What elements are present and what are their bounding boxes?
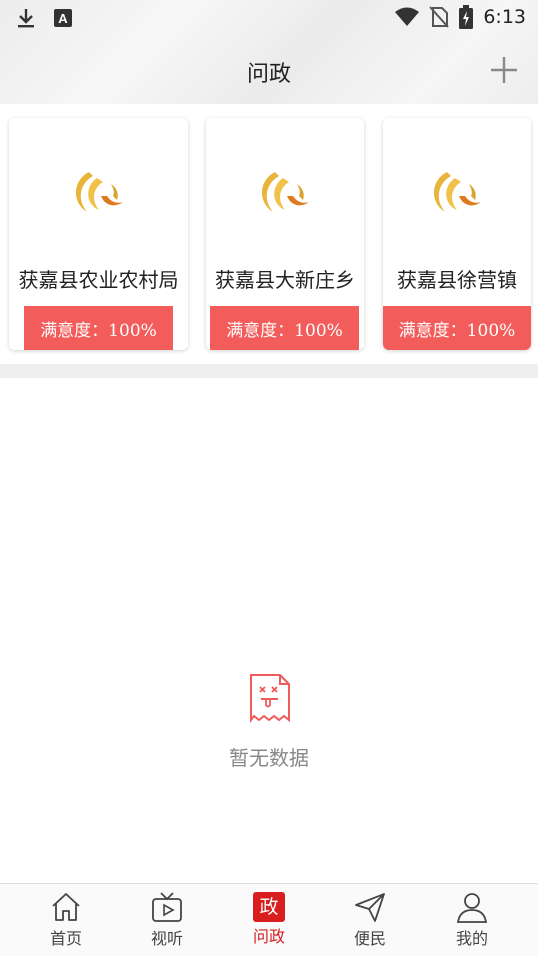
department-name: 获嘉县徐营镇: [397, 268, 517, 292]
nav-label: 问政: [252, 927, 285, 946]
satisfaction-badge: 满意度：100%: [210, 306, 359, 350]
wifi-icon: [395, 7, 420, 26]
nav-item-audiovisual[interactable]: 视听: [132, 890, 202, 952]
page-title: 问政: [246, 62, 291, 87]
governance-badge-icon: 政: [253, 892, 285, 922]
user-icon: [456, 893, 488, 923]
nav-item-mine[interactable]: 我的: [437, 890, 507, 952]
nav-item-governance[interactable]: 政 问政: [234, 890, 304, 952]
send-icon: [355, 893, 385, 922]
plus-icon[interactable]: [488, 54, 520, 86]
gov-logo-icon: [261, 172, 309, 212]
nav-label: 便民: [353, 929, 386, 948]
department-name: 获嘉县大新庄乡: [215, 268, 355, 292]
section-divider: [0, 364, 538, 378]
status-time: 6:13: [483, 6, 526, 28]
empty-state-text: 暂无数据: [229, 746, 309, 770]
empty-document-icon: [250, 674, 290, 723]
nav-label: 我的: [455, 929, 488, 948]
battery-charging-icon: [459, 5, 474, 29]
title-bar: 问政: [0, 38, 538, 104]
svg-text:A: A: [58, 11, 68, 26]
tv-icon: [152, 892, 182, 922]
nav-item-convenience[interactable]: 便民: [335, 890, 405, 952]
department-card[interactable]: 获嘉县徐营镇 满意度：100%: [383, 118, 531, 350]
department-card[interactable]: 获嘉县农业农村局 满意度：100%: [9, 118, 188, 350]
department-card[interactable]: 获嘉县大新庄乡 满意度：100%: [206, 118, 364, 350]
department-cards: 获嘉县农业农村局 满意度：100% 获嘉县大新庄乡 满意度：100% 获嘉县徐营…: [0, 104, 538, 366]
nav-label: 视听: [150, 929, 183, 948]
header-background: A 6:13 问政: [0, 0, 538, 104]
satisfaction-badge: 满意度：100%: [383, 306, 531, 350]
department-name: 获嘉县农业农村局: [18, 268, 179, 292]
nav-item-home[interactable]: 首页: [31, 890, 101, 952]
status-bar: A 6:13: [0, 0, 538, 38]
gov-logo-icon: [433, 172, 481, 212]
home-icon: [52, 893, 80, 921]
a-badge-icon: A: [54, 9, 72, 27]
satisfaction-badge: 满意度：100%: [24, 306, 173, 350]
nav-label: 首页: [49, 929, 82, 948]
download-icon: [18, 9, 34, 28]
bottom-nav: 首页 视听 政 问政 便民 我的: [0, 883, 538, 956]
gov-logo-icon: [75, 172, 123, 212]
no-sim-icon: [429, 6, 450, 28]
